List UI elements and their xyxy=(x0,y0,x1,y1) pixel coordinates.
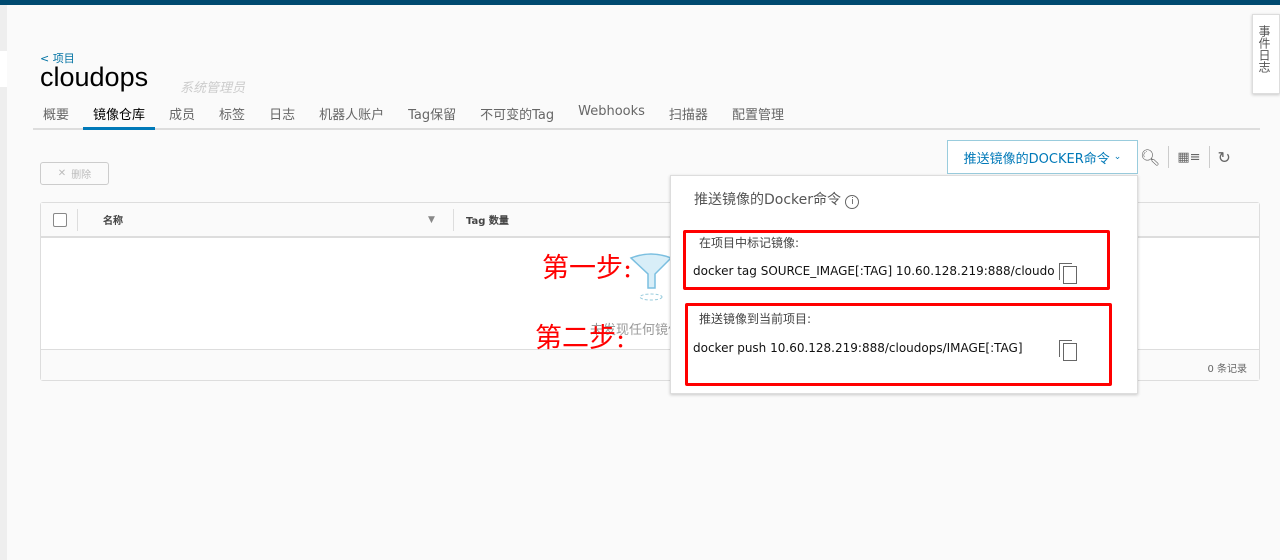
top-bar xyxy=(0,0,1280,5)
page-title: cloudops xyxy=(40,62,149,92)
select-all-checkbox[interactable] xyxy=(53,212,67,227)
tab-immutable-tag[interactable]: 不可变的Tag xyxy=(470,100,564,130)
funnel-empty-icon xyxy=(629,253,673,301)
push-docker-command-button[interactable]: 推送镜像的DOCKER命令 ⌄ xyxy=(947,140,1138,174)
filter-icon[interactable]: ▼ xyxy=(428,215,453,225)
event-log-side-tab[interactable]: 事件日志 xyxy=(1252,14,1280,94)
delete-label: 删除 xyxy=(71,170,92,181)
close-icon: ✕ xyxy=(57,168,67,179)
tab-tag-retention[interactable]: Tag保留 xyxy=(398,100,466,130)
role-label: 系统管理员 xyxy=(180,81,246,96)
card-list-view-icon[interactable]: ▦≡ xyxy=(1177,150,1200,165)
tab-configuration[interactable]: 配置管理 xyxy=(722,100,794,130)
column-name[interactable]: 名称 xyxy=(78,212,428,227)
tab-webhooks[interactable]: Webhooks xyxy=(568,100,655,130)
divider xyxy=(1208,146,1210,168)
column-tag-count[interactable]: Tag 数量 xyxy=(454,212,509,227)
annotation-step2: 第二步: xyxy=(535,323,626,354)
tab-summary[interactable]: 概要 xyxy=(33,100,79,130)
info-icon[interactable]: i xyxy=(845,195,860,209)
tab-scanner[interactable]: 扫描器 xyxy=(659,100,718,130)
annotation-step1: 第一步: xyxy=(542,253,633,284)
push-command-text[interactable]: docker push 10.60.128.219:888/cloudops/I… xyxy=(693,341,1023,355)
project-tabs: 概要 镜像仓库 成员 标签 日志 机器人账户 Tag保留 不可变的Tag Web… xyxy=(33,100,1260,130)
tab-labels[interactable]: 标签 xyxy=(209,100,255,130)
refresh-icon[interactable]: ↻ xyxy=(1218,148,1231,167)
copy-icon[interactable] xyxy=(1059,263,1077,284)
chevron-down-icon: ⌄ xyxy=(1113,152,1122,162)
push-button-label: 推送镜像的DOCKER命令 xyxy=(963,151,1110,167)
tag-command-label: 在项目中标记镜像: xyxy=(699,236,800,250)
left-nav-strip xyxy=(0,5,7,560)
docker-command-popover: 推送镜像的Docker命令 i 在项目中标记镜像: docker tag SOU… xyxy=(670,175,1138,394)
tab-repositories[interactable]: 镜像仓库 xyxy=(83,100,156,130)
tab-members[interactable]: 成员 xyxy=(159,100,205,130)
popover-title: 推送镜像的Docker命令 xyxy=(694,192,842,208)
copy-icon[interactable] xyxy=(1059,340,1077,361)
tab-robot-accounts[interactable]: 机器人账户 xyxy=(309,100,394,130)
tab-logs[interactable]: 日志 xyxy=(259,100,305,130)
delete-button[interactable]: ✕ 删除 xyxy=(40,162,109,185)
divider xyxy=(1168,146,1170,168)
tag-command-text[interactable]: docker tag SOURCE_IMAGE[:TAG] 10.60.128.… xyxy=(693,264,1055,278)
push-command-label: 推送镜像到当前项目: xyxy=(699,312,812,326)
search-icon[interactable]: 🔍︎ xyxy=(1140,148,1160,167)
